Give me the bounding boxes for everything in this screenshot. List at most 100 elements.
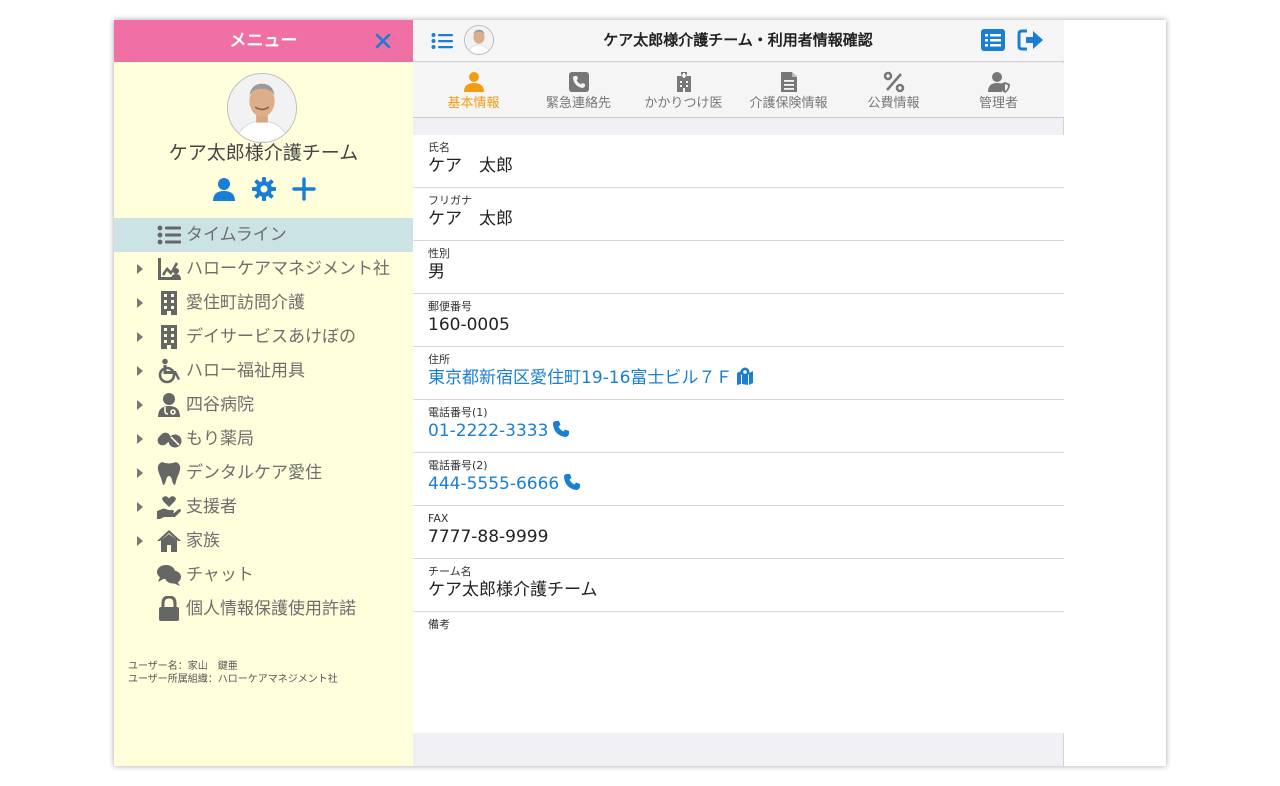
close-icon[interactable] [373, 30, 393, 52]
field-value[interactable]: 01-2222-3333 [428, 421, 548, 441]
tooth-icon [156, 460, 182, 486]
user-name: ユーザー名：家山 鍵亜 [128, 661, 238, 672]
user-organization: ユーザー所属組織：ハローケアマネジメント社 [128, 674, 338, 685]
avatar [227, 73, 297, 143]
sidebar-item-dental[interactable]: デンタルケア愛住 [114, 456, 413, 490]
page-title: ケア太郎様介護チーム・利用者情報確認 [603, 31, 873, 49]
sidebar-item-privacy-consent[interactable]: 個人情報保護使用許諾 [114, 592, 413, 626]
phone-2-link[interactable]: 444-5555-6666 [428, 473, 581, 495]
field-label: 性別 [428, 247, 450, 260]
caret-right-icon[interactable] [136, 433, 144, 445]
percent-icon [883, 71, 905, 93]
tab-family-doctor[interactable]: かかりつけ医 [631, 63, 736, 118]
sidebar-item-label: ハローケアマネジメント社 [186, 259, 390, 279]
home-icon [156, 528, 182, 554]
sidebar-item-chat[interactable]: チャット [114, 558, 413, 592]
caret-right-icon[interactable] [136, 535, 144, 547]
phone-icon[interactable] [552, 420, 570, 438]
field-value: 160-0005 [428, 315, 510, 335]
team-actions [211, 176, 321, 202]
sidebar-item-supporters[interactable]: 支援者 [114, 490, 413, 524]
caret-right-icon[interactable] [136, 501, 144, 513]
list-icon[interactable] [431, 31, 453, 51]
tab-basic-info[interactable]: 基本情報 [421, 63, 526, 118]
caret-right-icon[interactable] [136, 263, 144, 275]
hand-heart-icon [156, 494, 182, 520]
sidebar-item-timeline[interactable]: タイムライン [114, 218, 413, 252]
field-value: ケア太郎様介護チーム [428, 580, 598, 600]
list-alt-icon[interactable] [980, 28, 1006, 52]
empty-area [1064, 20, 1166, 766]
sidebar-item-pharmacy[interactable]: もり薬局 [114, 422, 413, 456]
sidebar-item-home-care[interactable]: 愛住町訪問介護 [114, 286, 413, 320]
team-name: ケア太郎様介護チーム [168, 142, 359, 164]
user-info: ユーザー名：家山 鍵亜 ユーザー所属組織：ハローケアマネジメント社 [128, 660, 338, 686]
tab-administrator[interactable]: 管理者 [946, 63, 1051, 118]
sidebar-item-label: デイサービスあけぼの [186, 327, 356, 347]
field-address: 住所 東京都新宿区愛住町19-16富士ビル７Ｆ [413, 347, 1064, 400]
sidebar-item-label: 個人情報保護使用許諾 [186, 599, 356, 619]
field-gender: 性別 男 [413, 241, 1064, 294]
basic-info-panel: 氏名 ケア 太郎 フリガナ ケア 太郎 性別 男 郵便番号 160-0005 住… [413, 135, 1064, 733]
field-label: 郵便番号 [428, 300, 472, 313]
sidebar-item-label: デンタルケア愛住 [186, 463, 322, 483]
user-shield-icon [988, 71, 1010, 93]
field-label: 住所 [428, 353, 450, 366]
field-label: 電話番号(2) [428, 459, 488, 472]
field-value[interactable]: 東京都新宿区愛住町19-16富士ビル７Ｆ [428, 368, 732, 388]
map-marker-icon[interactable] [736, 367, 754, 385]
caret-right-icon[interactable] [136, 297, 144, 309]
sidebar-item-label: もり薬局 [186, 429, 254, 449]
tab-label: 管理者 [978, 96, 1018, 111]
address-link[interactable]: 東京都新宿区愛住町19-16富士ビル７Ｆ [428, 367, 754, 389]
sidebar-item-care-management[interactable]: ハローケアマネジメント社 [114, 252, 413, 286]
field-team-name: チーム名 ケア太郎様介護チーム [413, 559, 1064, 612]
tab-care-insurance[interactable]: 介護保険情報 [736, 63, 841, 118]
lock-icon [156, 596, 182, 622]
tab-emergency-contact[interactable]: 緊急連絡先 [526, 63, 631, 118]
user-icon [463, 71, 485, 93]
avatar[interactable] [464, 25, 494, 55]
field-postal-code: 郵便番号 160-0005 [413, 294, 1064, 347]
gear-icon[interactable] [251, 176, 277, 202]
sidebar-item-label: チャット [186, 565, 254, 585]
sidebar-item-family[interactable]: 家族 [114, 524, 413, 558]
caret-right-icon[interactable] [136, 331, 144, 343]
caret-right-icon[interactable] [136, 399, 144, 411]
building-icon [156, 290, 182, 316]
pills-icon [156, 426, 182, 452]
field-name: 氏名 ケア 太郎 [413, 135, 1064, 188]
list-icon [156, 222, 182, 248]
caret-right-icon[interactable] [136, 365, 144, 377]
plus-icon[interactable] [291, 176, 317, 202]
phone-square-icon [568, 71, 590, 93]
chart-user-icon [156, 256, 182, 282]
field-remarks: 備考 [413, 612, 1064, 665]
field-label: 備考 [428, 618, 450, 631]
field-furigana: フリガナ ケア 太郎 [413, 188, 1064, 241]
chat-icon [156, 562, 182, 588]
field-label: フリガナ [428, 194, 472, 207]
field-value: ケア 太郎 [428, 156, 513, 176]
field-value[interactable]: 444-5555-6666 [428, 474, 559, 494]
phone-1-link[interactable]: 01-2222-3333 [428, 420, 570, 442]
field-value: 男 [428, 262, 445, 282]
main-panel: ケア太郎様介護チーム・利用者情報確認 基本情報 緊急連絡先 かかりつけ医 介護保… [413, 20, 1064, 766]
sidebar-item-day-service[interactable]: デイサービスあけぼの [114, 320, 413, 354]
phone-icon[interactable] [563, 473, 581, 491]
field-value: ケア 太郎 [428, 209, 513, 229]
user-icon[interactable] [211, 176, 237, 202]
sidebar-item-hospital[interactable]: 四谷病院 [114, 388, 413, 422]
field-fax: FAX 7777-88-9999 [413, 506, 1064, 559]
logout-icon[interactable] [1017, 28, 1045, 52]
sidebar-item-label: 家族 [186, 531, 220, 551]
sidebar-item-label: 愛住町訪問介護 [186, 293, 305, 313]
sidebar-menu: メニュー ケア太郎様介護チーム タイムライン ハローケアマネジメント社 愛住町訪… [114, 20, 413, 766]
tab-public-expense[interactable]: 公費情報 [841, 63, 946, 118]
hospital-icon [673, 71, 695, 93]
sidebar-item-welfare-equipment[interactable]: ハロー福祉用具 [114, 354, 413, 388]
app-window: メニュー ケア太郎様介護チーム タイムライン ハローケアマネジメント社 愛住町訪… [114, 20, 1166, 766]
caret-right-icon[interactable] [136, 467, 144, 479]
field-label: 電話番号(1) [428, 406, 488, 419]
menu-title: メニュー [229, 31, 298, 51]
